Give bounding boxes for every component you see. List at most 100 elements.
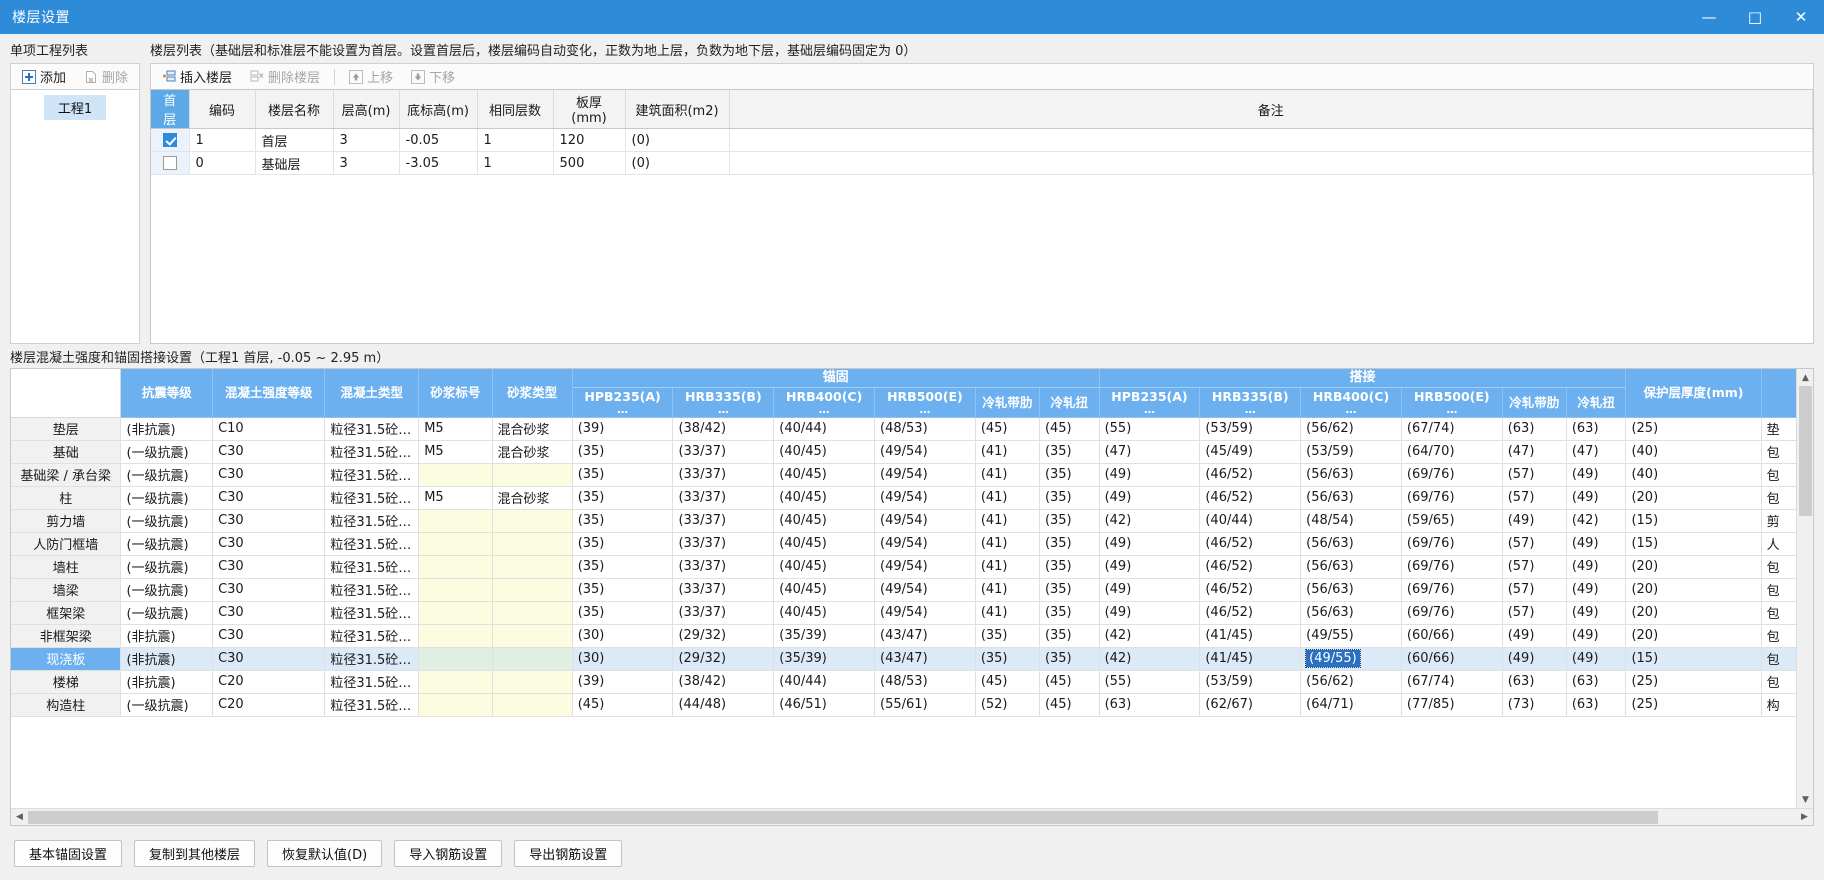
cell-concrete-strength[interactable]: C30 bbox=[212, 440, 326, 464]
cell-concrete-type[interactable]: 粒径31.5砼… bbox=[324, 555, 420, 579]
cell-lap-coldribbed[interactable]: (47) bbox=[1502, 440, 1567, 464]
cell-anchor-coldribbed[interactable]: (52) bbox=[975, 693, 1040, 717]
cell-lap-coldribbed[interactable]: (57) bbox=[1502, 555, 1567, 579]
cell-anchor-coldtwist[interactable]: (35) bbox=[1039, 532, 1100, 556]
minimize-icon[interactable]: — bbox=[1686, 0, 1732, 34]
cell-anchor-hrb400[interactable]: (40/45) bbox=[773, 440, 876, 464]
cell-concrete-strength[interactable]: C30 bbox=[212, 624, 326, 648]
col-header-remark[interactable]: 备注 bbox=[729, 90, 1814, 129]
cell-slab-thickness[interactable]: 120 bbox=[553, 128, 626, 152]
cell-anchor-coldtwist[interactable]: (35) bbox=[1039, 509, 1100, 533]
cell-code[interactable]: 1 bbox=[189, 128, 256, 152]
cell-anchor-hrb500[interactable]: (49/54) bbox=[874, 601, 976, 625]
cell-seismic-grade[interactable]: (一级抗震) bbox=[120, 532, 214, 556]
add-project-button[interactable]: 添加 bbox=[14, 66, 74, 88]
cell-anchor-coldribbed[interactable]: (35) bbox=[975, 624, 1040, 648]
cell-cover-thickness[interactable]: (20) bbox=[1625, 578, 1762, 602]
cell-mortar-type[interactable] bbox=[492, 555, 573, 579]
table-row[interactable]: 垫层 (非抗震) C10 粒径31.5砼… M5 混合砂浆 (39) (38/42) (40/4… bbox=[11, 417, 1804, 441]
cell-lap-hpb235[interactable]: (49) bbox=[1099, 463, 1201, 487]
cell-lap-hrb500[interactable]: (69/76) bbox=[1401, 532, 1503, 556]
cell-lap-hrb335[interactable]: (40/44) bbox=[1199, 509, 1302, 533]
cell-lap-coldtwist[interactable]: (49) bbox=[1566, 601, 1627, 625]
cell-lap-hrb400[interactable]: (64/71) bbox=[1300, 693, 1402, 717]
cell-lap-coldribbed[interactable]: (57) bbox=[1502, 486, 1567, 510]
cell-lap-coldtwist[interactable]: (47) bbox=[1566, 440, 1627, 464]
cell-remark[interactable] bbox=[729, 128, 1814, 152]
cell-mortar-no[interactable]: M5 bbox=[418, 440, 493, 464]
cell-lap-hrb500[interactable]: (77/85) bbox=[1401, 693, 1503, 717]
cell-anchor-hrb400[interactable]: (35/39) bbox=[773, 647, 876, 671]
horizontal-scroll-track[interactable] bbox=[28, 809, 1796, 826]
cell-lap-hrb400[interactable]: (56/63) bbox=[1300, 486, 1402, 510]
cell-anchor-coldribbed[interactable]: (35) bbox=[975, 647, 1040, 671]
cell-lap-hpb235[interactable]: (63) bbox=[1099, 693, 1201, 717]
cell-lap-hrb500[interactable]: (69/76) bbox=[1401, 486, 1503, 510]
row-header-cell[interactable]: 非框架梁 bbox=[11, 624, 122, 648]
row-header-cell[interactable]: 构造柱 bbox=[11, 693, 122, 717]
cell-cover-thickness[interactable]: (20) bbox=[1625, 486, 1762, 510]
cell-slab-thickness[interactable]: 500 bbox=[553, 151, 626, 175]
cell-seismic-grade[interactable]: (非抗震) bbox=[120, 624, 214, 648]
cell-anchor-hrb335[interactable]: (33/37) bbox=[672, 555, 775, 579]
cell-anchor-hpb235[interactable]: (30) bbox=[572, 624, 674, 648]
col-header-lap-hrb500[interactable]: HRB500(E)… bbox=[1401, 387, 1503, 418]
cell-anchor-hrb400[interactable]: (40/45) bbox=[773, 532, 876, 556]
cell-mortar-type[interactable]: 混合砂浆 bbox=[492, 440, 573, 464]
cell-lap-hpb235[interactable]: (42) bbox=[1099, 647, 1201, 671]
cell-anchor-hrb400[interactable]: (40/45) bbox=[773, 555, 876, 579]
checkbox-icon[interactable] bbox=[162, 156, 177, 170]
cell-anchor-coldribbed[interactable]: (41) bbox=[975, 555, 1040, 579]
cell-lap-hrb335[interactable]: (62/67) bbox=[1199, 693, 1302, 717]
cell-cover-thickness[interactable]: (25) bbox=[1625, 670, 1762, 694]
cell-anchor-hrb335[interactable]: (33/37) bbox=[672, 601, 775, 625]
cell-anchor-coldribbed[interactable]: (41) bbox=[975, 463, 1040, 487]
cell-concrete-type[interactable]: 粒径31.5砼… bbox=[324, 509, 420, 533]
cell-floor-name[interactable]: 基础层 bbox=[255, 151, 334, 175]
cell-lap-hrb500[interactable]: (69/76) bbox=[1401, 578, 1503, 602]
cell-lap-hrb400[interactable]: (53/59) bbox=[1300, 440, 1402, 464]
cell-mortar-no[interactable] bbox=[418, 509, 493, 533]
col-header-anchor-coldribbed[interactable]: 冷轧带肋 bbox=[975, 387, 1040, 418]
cell-lap-hrb335[interactable]: (46/52) bbox=[1199, 486, 1302, 510]
col-header-concrete-type[interactable]: 混凝土类型 bbox=[324, 369, 420, 418]
cell-lap-hrb400[interactable]: (56/63) bbox=[1300, 532, 1402, 556]
cell-anchor-coldtwist[interactable]: (45) bbox=[1039, 417, 1100, 441]
cell-mortar-no[interactable] bbox=[418, 601, 493, 625]
col-header-anchor-hrb335[interactable]: HRB335(B)… bbox=[672, 387, 775, 418]
cell-remark[interactable] bbox=[729, 151, 1814, 175]
cell-lap-hrb335[interactable]: (46/52) bbox=[1199, 463, 1302, 487]
cell-concrete-type[interactable]: 粒径31.5砼… bbox=[324, 532, 420, 556]
copy-to-other-floors-button[interactable]: 复制到其他楼层 bbox=[134, 839, 256, 867]
cell-floor-height[interactable]: 3 bbox=[333, 128, 400, 152]
col-header-cover-thickness[interactable]: 保护层厚度(mm) bbox=[1625, 369, 1762, 418]
cell-anchor-hrb400[interactable]: (40/45) bbox=[773, 486, 876, 510]
scroll-up-icon[interactable]: ▲ bbox=[1797, 369, 1813, 386]
cell-seismic-grade[interactable]: (一级抗震) bbox=[120, 555, 214, 579]
col-header-slab-thickness[interactable]: 板厚(mm) bbox=[553, 90, 626, 129]
cell-lap-hpb235[interactable]: (55) bbox=[1099, 670, 1201, 694]
cell-lap-hrb500[interactable]: (59/65) bbox=[1401, 509, 1503, 533]
cell-cover-thickness[interactable]: (20) bbox=[1625, 624, 1762, 648]
col-header-mortar-no[interactable]: 砂浆标号 bbox=[418, 369, 493, 418]
cell-lap-coldribbed[interactable]: (57) bbox=[1502, 578, 1567, 602]
table-row[interactable]: 非框架梁 (非抗震) C30 粒径31.5砼… (30) (29/32) (35/39) (4… bbox=[11, 624, 1804, 648]
cell-cover-thickness[interactable]: (25) bbox=[1625, 693, 1762, 717]
cell-concrete-strength[interactable]: C10 bbox=[212, 417, 326, 441]
cell-lap-coldtwist[interactable]: (63) bbox=[1566, 670, 1627, 694]
cell-concrete-strength[interactable]: C30 bbox=[212, 532, 326, 556]
cell-anchor-coldribbed[interactable]: (41) bbox=[975, 509, 1040, 533]
cell-cover-thickness[interactable]: (40) bbox=[1625, 440, 1762, 464]
cell-lap-coldtwist[interactable]: (49) bbox=[1566, 555, 1627, 579]
cell-anchor-hrb400[interactable]: (40/45) bbox=[773, 578, 876, 602]
export-rebar-settings-button[interactable]: 导出钢筋设置 bbox=[514, 839, 623, 867]
col-header-lap-coldtwist[interactable]: 冷轧扭 bbox=[1566, 387, 1627, 418]
cell-lap-coldtwist[interactable]: (49) bbox=[1566, 532, 1627, 556]
concrete-grid[interactable]: 抗震等级 混凝土强度等级 混凝土类型 砂浆标号 砂浆类型 锚固 搭接 保护层厚度… bbox=[10, 368, 1814, 826]
cell-concrete-type[interactable]: 粒径31.5砼… bbox=[324, 693, 420, 717]
scroll-left-icon[interactable]: ◀ bbox=[11, 809, 28, 826]
cell-seismic-grade[interactable]: (一级抗震) bbox=[120, 463, 214, 487]
cell-anchor-hrb335[interactable]: (29/32) bbox=[672, 624, 775, 648]
cell-anchor-hpb235[interactable]: (35) bbox=[572, 509, 674, 533]
cell-lap-hrb335[interactable]: (41/45) bbox=[1199, 624, 1302, 648]
